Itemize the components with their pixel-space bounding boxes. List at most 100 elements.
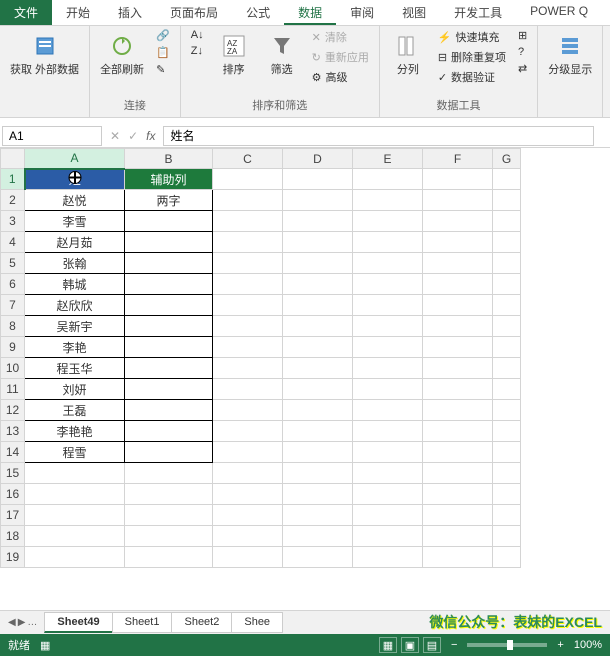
fx-icon[interactable]: fx [146,129,155,143]
cell-G11[interactable] [493,379,521,400]
sheet-prev-icon[interactable]: ▶ [18,617,26,628]
cell-D12[interactable] [283,400,353,421]
cell-F12[interactable] [423,400,493,421]
cell-D6[interactable] [283,274,353,295]
cell-D10[interactable] [283,358,353,379]
cell-G7[interactable] [493,295,521,316]
ribbon-tab-公式[interactable]: 公式 [232,0,284,25]
cell-C4[interactable] [213,232,283,253]
cell-E16[interactable] [353,484,423,505]
cell-D17[interactable] [283,505,353,526]
enter-icon[interactable]: ✓ [128,129,138,143]
row-header-7[interactable]: 7 [1,295,25,316]
page-break-button[interactable]: ▤ [423,637,441,653]
cell-F5[interactable] [423,253,493,274]
cell-F10[interactable] [423,358,493,379]
row-header-15[interactable]: 15 [1,463,25,484]
cell-E17[interactable] [353,505,423,526]
cell-A19[interactable] [25,547,125,568]
cell-D5[interactable] [283,253,353,274]
cell-B2[interactable]: 两字 [125,190,213,211]
cell-B1[interactable]: 辅助列 [125,169,213,190]
cell-D13[interactable] [283,421,353,442]
cell-E13[interactable] [353,421,423,442]
cell-E1[interactable] [353,169,423,190]
cell-C2[interactable] [213,190,283,211]
cell-F8[interactable] [423,316,493,337]
sort-az-button[interactable]: A↓ [187,28,208,42]
sort-button[interactable]: AZZA 排序 [212,28,256,79]
col-header-A[interactable]: A [25,149,125,169]
name-box[interactable] [2,126,102,146]
cell-E18[interactable] [353,526,423,547]
cell-A12[interactable]: 王磊 [25,400,125,421]
cell-C17[interactable] [213,505,283,526]
cell-C16[interactable] [213,484,283,505]
cell-A15[interactable] [25,463,125,484]
cell-D9[interactable] [283,337,353,358]
cell-G15[interactable] [493,463,521,484]
cell-F6[interactable] [423,274,493,295]
cell-A2[interactable]: 赵悦 [25,190,125,211]
cell-G13[interactable] [493,421,521,442]
cell-C7[interactable] [213,295,283,316]
cell-E3[interactable] [353,211,423,232]
row-header-19[interactable]: 19 [1,547,25,568]
col-header-C[interactable]: C [213,149,283,169]
cell-G6[interactable] [493,274,521,295]
cell-D4[interactable] [283,232,353,253]
cell-C13[interactable] [213,421,283,442]
cell-C6[interactable] [213,274,283,295]
ribbon-tab-开始[interactable]: 开始 [52,0,104,25]
cell-G18[interactable] [493,526,521,547]
cell-F16[interactable] [423,484,493,505]
cell-C11[interactable] [213,379,283,400]
row-header-3[interactable]: 3 [1,211,25,232]
relationships-button[interactable]: ⇄ [514,61,531,76]
cell-E7[interactable] [353,295,423,316]
ribbon-tab-数据[interactable]: 数据 [284,0,336,25]
cell-A4[interactable]: 赵月茹 [25,232,125,253]
spreadsheet-grid[interactable]: ABCDEFG1姓辅助列2赵悦两字3李雪4赵月茹5张翰6韩城7赵欣欣8吴新宇9李… [0,148,610,610]
cell-B6[interactable] [125,274,213,295]
row-header-2[interactable]: 2 [1,190,25,211]
sheet-tab-Sheet2[interactable]: Sheet2 [171,612,232,633]
cancel-icon[interactable]: ✕ [110,129,120,143]
cell-A6[interactable]: 韩城 [25,274,125,295]
zoom-level[interactable]: 100% [574,639,602,651]
cell-B4[interactable] [125,232,213,253]
cell-A14[interactable]: 程雪 [25,442,125,463]
sheet-tab-Shee[interactable]: Shee [231,612,283,633]
cell-E15[interactable] [353,463,423,484]
reapply-button[interactable]: ↻重新应用 [308,48,373,66]
row-header-10[interactable]: 10 [1,358,25,379]
cell-F14[interactable] [423,442,493,463]
cell-A11[interactable]: 刘妍 [25,379,125,400]
cell-E11[interactable] [353,379,423,400]
row-header-4[interactable]: 4 [1,232,25,253]
cell-B5[interactable] [125,253,213,274]
cell-B17[interactable] [125,505,213,526]
cell-B13[interactable] [125,421,213,442]
row-header-6[interactable]: 6 [1,274,25,295]
filter-button[interactable]: 筛选 [260,28,304,79]
page-layout-button[interactable]: ▣ [401,637,419,653]
cell-F9[interactable] [423,337,493,358]
cell-G4[interactable] [493,232,521,253]
cell-E14[interactable] [353,442,423,463]
zoom-out-button[interactable]: − [451,639,457,651]
row-header-9[interactable]: 9 [1,337,25,358]
ribbon-tab-页面布局[interactable]: 页面布局 [156,0,232,25]
row-header-11[interactable]: 11 [1,379,25,400]
data-validation-button[interactable]: ✓数据验证 [434,68,510,86]
sort-za-button[interactable]: Z↓ [187,44,208,58]
row-header-1[interactable]: 1 [1,169,25,190]
cell-D11[interactable] [283,379,353,400]
cell-G19[interactable] [493,547,521,568]
clear-filter-button[interactable]: ✕清除 [308,28,373,46]
cell-A16[interactable] [25,484,125,505]
advanced-filter-button[interactable]: ⚙高级 [308,68,373,86]
cell-C18[interactable] [213,526,283,547]
cell-F11[interactable] [423,379,493,400]
cell-B14[interactable] [125,442,213,463]
